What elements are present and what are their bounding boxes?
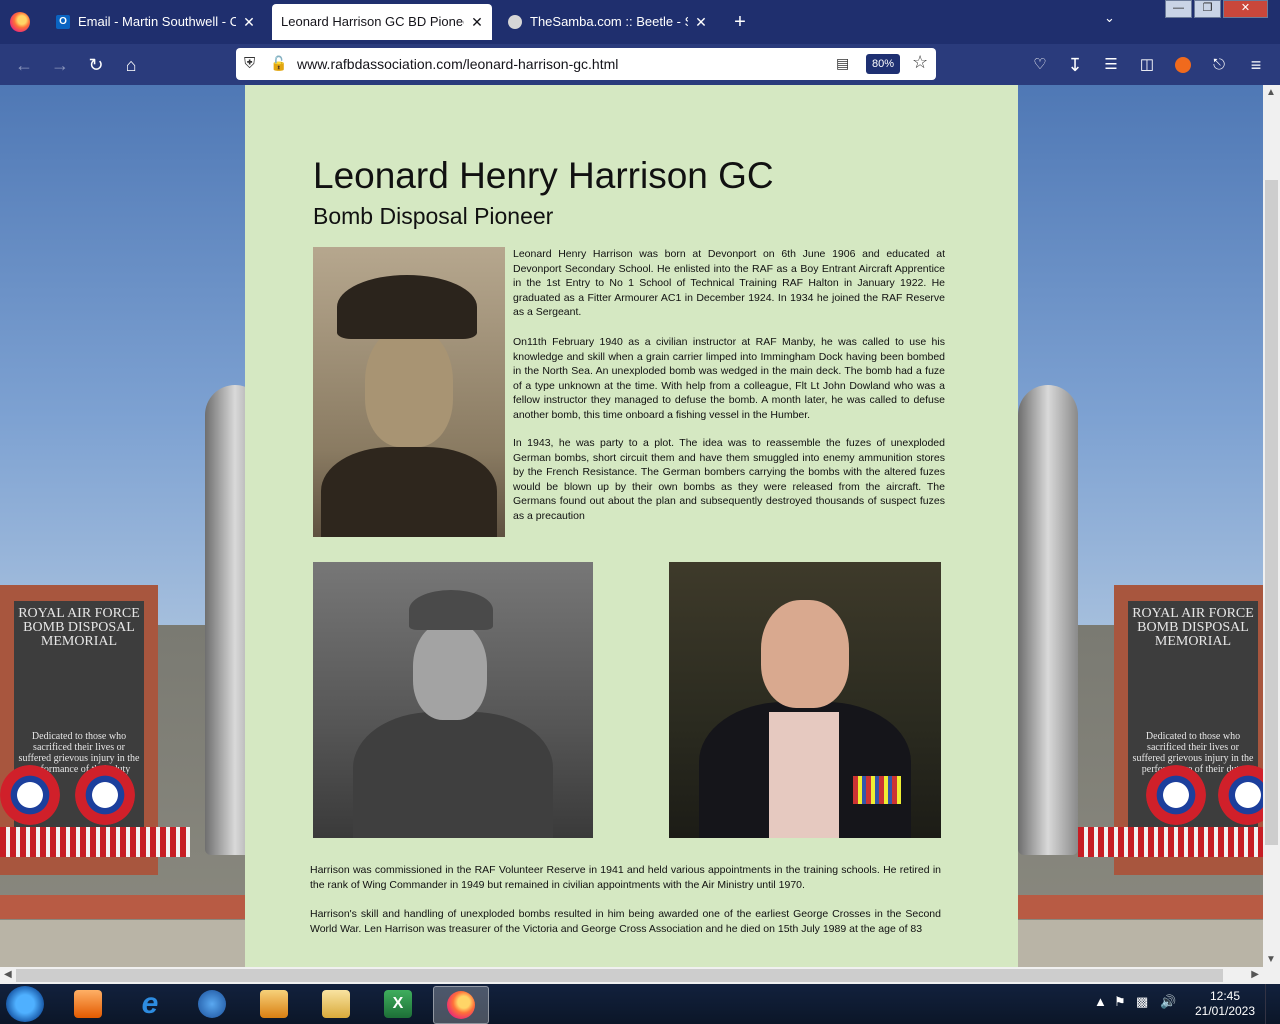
home-icon[interactable]: ⌂	[120, 54, 142, 76]
firefox-menu-icon[interactable]	[10, 12, 30, 32]
taskbar-firefox[interactable]	[433, 986, 489, 1024]
page-viewport: ROYAL AIR FORCE BOMB DISPOSAL MEMORIAL D…	[0, 85, 1263, 967]
downloads-icon[interactable]: ↧	[1064, 54, 1086, 76]
scroll-left-icon[interactable]: ◀	[4, 969, 12, 980]
paragraph: On11th February 1940 as a civilian instr…	[513, 336, 945, 421]
taskbar-mail[interactable]	[61, 986, 115, 1022]
horizontal-scroll-thumb[interactable]	[16, 969, 1223, 982]
back-icon[interactable]: ←	[13, 54, 35, 76]
vertical-scroll-thumb[interactable]	[1265, 180, 1278, 845]
tab-title: Email - Martin Southwell - Outlook	[78, 14, 236, 29]
wreath-icon	[75, 765, 135, 825]
tab-thesamba[interactable]: TheSamba.com :: Beetle - Split-Window ✕	[498, 4, 716, 40]
poppy-crosses	[1078, 827, 1263, 857]
plaque-line: ROYAL AIR FORCE	[1132, 606, 1254, 621]
sidebar-icon[interactable]: ◫	[1136, 54, 1158, 76]
tab-title: TheSamba.com :: Beetle - Split-Window	[530, 14, 688, 29]
insecure-lock-icon[interactable]: 🔓	[270, 55, 287, 72]
reader-view-icon[interactable]: ▤	[836, 55, 849, 72]
mail-icon	[74, 990, 102, 1018]
memorial-background-left: ROYAL AIR FORCE BOMB DISPOSAL MEMORIAL D…	[0, 85, 245, 967]
browser-tab-strip: O Email - Martin Southwell - Outlook ✕ L…	[0, 0, 1280, 44]
start-icon[interactable]	[6, 986, 44, 1022]
close-tab-icon[interactable]: ✕	[242, 4, 256, 40]
tab-leonard-harrison[interactable]: Leonard Harrison GC BD Pioneer ✕	[272, 4, 492, 40]
elderly-portrait-photo	[669, 562, 941, 838]
poppy-crosses	[0, 827, 190, 857]
list-all-tabs-icon[interactable]: ⌄	[1104, 10, 1115, 26]
wreath-icon	[1146, 765, 1206, 825]
hamburger-menu-icon[interactable]: ≡	[1245, 54, 1267, 76]
wreath-icon	[0, 765, 60, 825]
clock-date: 21/01/2023	[1194, 1004, 1256, 1018]
taskbar-media-player[interactable]	[247, 986, 301, 1022]
internet-explorer-icon: e	[141, 987, 159, 1020]
close-tab-icon[interactable]: ✕	[470, 4, 484, 40]
new-tab-button[interactable]: +	[728, 8, 752, 36]
minimize-button[interactable]: —	[1165, 0, 1192, 18]
outlook-icon: O	[56, 15, 70, 29]
navigation-toolbar: ← → ↻ ⌂ ⛨ 🔓 www.rafbdassociation.com/leo…	[0, 44, 1280, 85]
plaque-line: BOMB DISPOSAL	[1137, 620, 1249, 635]
url-text[interactable]: www.rafbdassociation.com/leonard-harriso…	[297, 48, 618, 80]
taskbar-clock[interactable]: 12:45 21/01/2023	[1190, 989, 1260, 1019]
tracking-protection-icon[interactable]: ⛨	[244, 55, 255, 72]
extensions-puzzle-icon[interactable]: ⎋	[1208, 54, 1230, 76]
bookmark-star-icon[interactable]: ☆	[912, 52, 928, 73]
show-desktop-button[interactable]	[1265, 984, 1280, 1024]
scroll-right-icon[interactable]: ▶	[1251, 969, 1259, 980]
plaque-line: MEMORIAL	[40, 634, 118, 649]
scroll-up-icon[interactable]: ▲	[1266, 87, 1276, 98]
windows-taskbar: e X ▲ ⚑ ▩ 🔊 12:45 21/01/2023	[0, 984, 1280, 1024]
zoom-level-badge[interactable]: 80%	[866, 54, 901, 74]
forward-icon[interactable]: →	[49, 54, 71, 76]
plaque-line: MEMORIAL	[1154, 634, 1232, 649]
page-title: Leonard Henry Harrison GC	[313, 155, 774, 196]
plaque-line: ROYAL AIR FORCE	[18, 606, 140, 621]
close-window-button[interactable]: ✕	[1223, 0, 1268, 18]
horizontal-scrollbar[interactable]: ◀ ▶	[0, 967, 1263, 984]
scroll-down-icon[interactable]: ▼	[1266, 954, 1276, 965]
taskbar-internet-explorer[interactable]: e	[123, 986, 177, 1022]
close-tab-icon[interactable]: ✕	[694, 4, 708, 40]
paragraph: Harrison's skill and handling of unexplo…	[310, 908, 941, 935]
reload-icon[interactable]: ↻	[85, 54, 107, 76]
window-controls: — ❐ ✕	[1165, 0, 1268, 18]
vertical-scrollbar[interactable]: ▲ ▼	[1263, 85, 1280, 967]
action-center-flag-icon[interactable]: ⚑	[1114, 994, 1126, 1010]
clock-time: 12:45	[1209, 989, 1241, 1003]
excel-icon: X	[384, 990, 412, 1018]
network-signal-icon[interactable]: ▩	[1136, 994, 1148, 1010]
paragraph: Harrison was commissioned in the RAF Vol…	[310, 864, 941, 891]
media-player-icon	[260, 990, 288, 1018]
bomb-sculpture	[1018, 385, 1078, 855]
restore-button[interactable]: ❐	[1194, 0, 1221, 18]
paragraph: Leonard Henry Harrison was born at Devon…	[513, 248, 945, 319]
portrait-photo-officer-cap	[313, 247, 505, 537]
tab-outlook[interactable]: O Email - Martin Southwell - Outlook ✕	[46, 4, 264, 40]
pocket-icon[interactable]: ♡	[1029, 54, 1051, 76]
volume-icon[interactable]: 🔊	[1160, 994, 1176, 1010]
bomb-sculpture	[205, 385, 245, 855]
tab-title: Leonard Harrison GC BD Pioneer	[281, 14, 464, 29]
plaque-line: BOMB DISPOSAL	[23, 620, 135, 635]
memorial-background-right: ROYAL AIR FORCE BOMB DISPOSAL MEMORIAL D…	[1018, 85, 1263, 967]
article-content: Leonard Henry Harrison GC Bomb Disposal …	[245, 85, 1018, 967]
group-photo-uniform	[313, 562, 593, 838]
outlook-icon	[198, 990, 226, 1018]
show-hidden-icons-icon[interactable]: ▲	[1094, 994, 1107, 1009]
taskbar-outlook[interactable]	[185, 986, 239, 1022]
address-bar[interactable]: ⛨ 🔓 www.rafbdassociation.com/leonard-har…	[236, 48, 936, 80]
extension-icon[interactable]	[1172, 54, 1194, 76]
taskbar-file-explorer[interactable]	[309, 986, 363, 1022]
page-subtitle: Bomb Disposal Pioneer	[313, 203, 554, 229]
file-explorer-icon	[322, 990, 350, 1018]
taskbar-excel[interactable]: X	[371, 986, 425, 1022]
firefox-icon	[447, 991, 475, 1019]
samba-icon	[508, 15, 522, 29]
library-icon[interactable]: ☰	[1100, 54, 1122, 76]
paragraph: In 1943, he was party to a plot. The ide…	[513, 437, 945, 522]
